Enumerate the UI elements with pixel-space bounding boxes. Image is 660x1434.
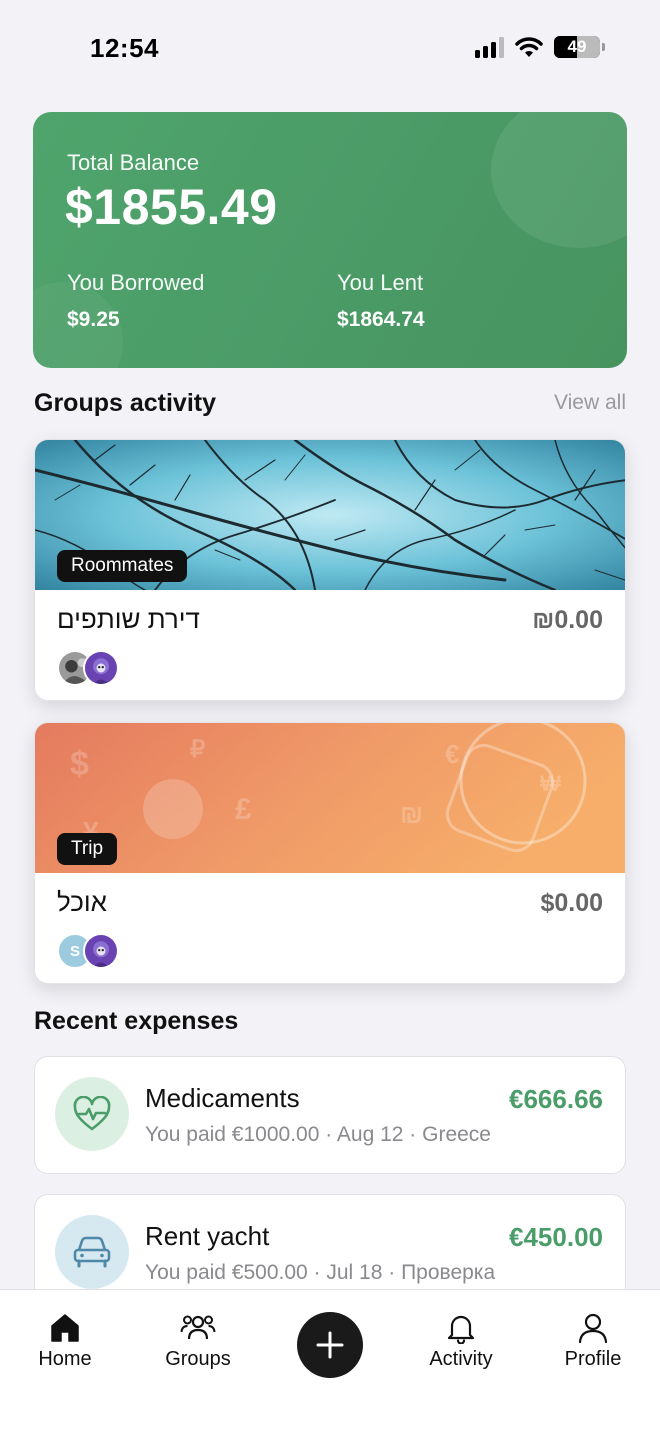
expense-name: Medicaments — [145, 1083, 300, 1113]
svg-text:$: $ — [70, 745, 89, 783]
group-type-badge: Trip — [57, 833, 118, 865]
group-name: דירת שותפים — [57, 604, 200, 634]
lent-label: You Lent — [337, 270, 424, 295]
expense-details: You paid €1000.00 · Aug 12 · Greece — [145, 1123, 491, 1146]
view-all-link[interactable]: View all — [554, 391, 626, 415]
status-icons: 49 — [475, 36, 605, 58]
tab-label: Home — [38, 1348, 92, 1370]
tab-activity[interactable]: Activity — [406, 1312, 516, 1371]
tab-label: Profile — [564, 1348, 622, 1370]
wifi-icon — [515, 37, 543, 57]
svg-text:₽: ₽ — [190, 736, 205, 763]
borrowed-label: You Borrowed — [67, 270, 205, 295]
battery-icon: 49 — [554, 36, 605, 58]
tab-bar: Home Groups Activity Profile — [0, 1289, 660, 1434]
expense-amount: €666.66 — [509, 1084, 603, 1114]
avatar — [83, 650, 119, 686]
total-balance-card[interactable]: Total Balance $1855.49 You Borrowed $9.2… — [33, 112, 627, 368]
plus-icon — [316, 1331, 344, 1359]
tab-label: Activity — [429, 1348, 493, 1370]
group-type-badge: Roommates — [57, 550, 188, 582]
lent-amount: $1864.74 — [337, 308, 425, 331]
expense-amount: €450.00 — [509, 1222, 603, 1252]
car-icon — [55, 1215, 129, 1289]
group-members: S — [57, 933, 119, 969]
bell-icon — [447, 1315, 475, 1344]
expense-details: You paid €500.00 · Jul 18 · Проверка — [145, 1261, 496, 1284]
group-banner-image: $ ₽ £ ¥ ₪ € ₩ Trip — [35, 723, 625, 873]
groups-activity-title: Groups activity — [34, 389, 216, 417]
group-members — [57, 650, 119, 686]
status-time: 12:54 — [90, 33, 159, 63]
tab-profile[interactable]: Profile — [538, 1312, 648, 1371]
battery-level: 49 — [567, 37, 587, 56]
avatar — [83, 933, 119, 969]
add-expense-button[interactable] — [297, 1312, 363, 1378]
total-balance-amount: $1855.49 — [65, 179, 278, 235]
group-balance: $0.00 — [540, 889, 603, 917]
home-icon — [51, 1314, 79, 1342]
group-card[interactable]: Roommates דירת שותפים ₪0.00 — [34, 439, 626, 701]
status-bar: 12:54 49 — [0, 0, 660, 96]
svg-text:₪: ₪ — [400, 799, 423, 829]
person-icon — [578, 1313, 608, 1344]
tab-label: Groups — [165, 1348, 231, 1370]
svg-text:€: € — [445, 739, 459, 769]
heartbeat-icon — [55, 1077, 129, 1151]
expense-name: Rent yacht — [145, 1221, 270, 1251]
recent-expenses-title: Recent expenses — [34, 1007, 239, 1035]
cellular-signal-icon — [475, 36, 504, 58]
tab-groups[interactable]: Groups — [143, 1312, 253, 1371]
total-balance-label: Total Balance — [67, 150, 200, 175]
tab-home[interactable]: Home — [10, 1312, 120, 1371]
groups-icon — [180, 1315, 216, 1340]
group-balance: ₪0.00 — [532, 606, 603, 634]
borrowed-amount: $9.25 — [67, 308, 120, 331]
group-card[interactable]: $ ₽ £ ¥ ₪ € ₩ Trip אוכל $0.00 S — [34, 722, 626, 984]
svg-text:£: £ — [235, 793, 252, 826]
group-banner-image: Roommates — [35, 440, 625, 590]
group-name: אוכל — [57, 887, 107, 917]
expense-item[interactable]: Medicaments You paid €1000.00 · Aug 12 ·… — [34, 1056, 626, 1174]
